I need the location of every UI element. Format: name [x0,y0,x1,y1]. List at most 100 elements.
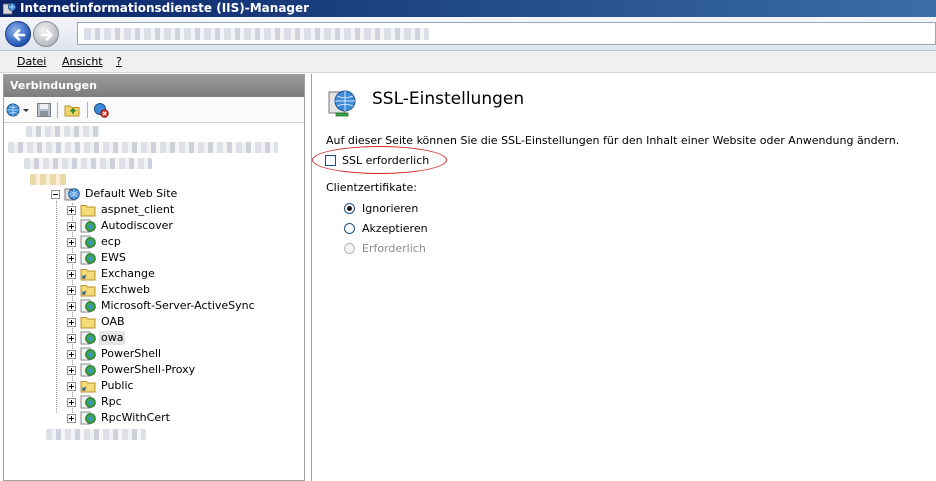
expand-toggle[interactable] [67,349,76,359]
dropdown-arrow-icon[interactable] [22,102,30,118]
web-app-icon [80,363,96,377]
client-certificates-label: Clientzertifikate: [326,181,417,194]
radio-ignore-label: Ignorieren [362,202,419,215]
tree-node-rpc[interactable]: Rpc [67,394,124,410]
expand-toggle[interactable] [67,397,76,407]
tree-node-owa[interactable]: owa [67,330,126,346]
redacted-path [84,28,429,40]
page-title: SSL-Einstellungen [372,89,525,109]
radio-accept-label: Akzeptieren [362,222,428,235]
tree-node-label: PowerShell [101,347,162,360]
tree-node-label: Rpc [101,395,122,408]
menu-help[interactable]: ? [116,55,122,68]
web-app-icon [80,235,96,249]
virtual-dir-icon [80,269,96,281]
radio-ignore[interactable] [344,203,355,214]
ssl-settings-pane: SSL-Einstellungen Auf dieser Seite könne… [311,74,936,481]
web-app-icon [80,299,96,313]
menu-ansicht[interactable]: Ansicht [62,55,103,68]
tree-node-public[interactable]: Public [67,378,136,394]
tree-node-label: PowerShell-Proxy [101,363,196,376]
redacted-node [24,158,152,169]
web-app-icon [80,219,96,233]
folder-up-icon[interactable] [64,102,80,118]
expand-toggle[interactable] [67,221,76,231]
folder-icon [80,317,96,329]
expand-toggle[interactable] [67,365,76,375]
tree-node-label: Microsoft-Server-ActiveSync [101,299,255,312]
expand-toggle[interactable] [67,269,76,279]
tree-node-label: Exchweb [101,283,151,296]
expand-toggle[interactable] [67,333,76,343]
radio-option-ignore[interactable]: Ignorieren [344,202,418,215]
tree-node-label: EWS [101,251,126,264]
menu-datei[interactable]: Datei [17,55,46,68]
radio-option-accept[interactable]: Akzeptieren [344,222,428,235]
expand-toggle[interactable] [67,253,76,263]
redacted-node [30,174,66,185]
tree-node-oab[interactable]: OAB [67,314,127,330]
require-ssl-checkbox[interactable] [325,155,336,166]
tree-node-aspnet-client[interactable]: aspnet_client [67,202,176,218]
radio-require [344,243,355,254]
web-app-icon [80,347,96,361]
tree-node-autodiscover[interactable]: Autodiscover [67,218,175,234]
web-app-icon [80,411,96,425]
back-button[interactable] [5,21,31,47]
tree-node-label: Autodiscover [101,219,173,232]
arrow-left-icon [13,29,26,41]
window-title: Internetinformationsdienste (IIS)-Manage… [20,1,310,15]
expand-toggle[interactable] [67,413,76,423]
forward-button[interactable] [33,21,59,47]
connections-tree: Default Web Site aspnet_client Autodisco… [4,123,304,480]
tree-node-label: RpcWithCert [101,411,170,424]
expand-toggle[interactable] [67,317,76,327]
website-globe-icon [64,188,80,201]
redacted-node [26,126,100,137]
tree-line [56,201,57,413]
tree-node-powershell[interactable]: PowerShell [67,346,163,362]
menu-bar: Datei Ansicht ? [0,51,936,73]
tree-node-default-web-site[interactable]: Default Web Site [51,186,179,202]
ssl-globe-icon [328,90,356,117]
redacted-node [46,429,146,440]
radio-require-label: Erforderlich [362,242,426,255]
tree-node-exchange[interactable]: Exchange [67,266,157,282]
address-field[interactable] [77,22,936,45]
connections-pane: Verbindungen Default Web Site aspnet_cli… [3,74,305,481]
tree-node-ecp[interactable]: ecp [67,234,123,250]
connect-globe-icon[interactable] [6,102,22,118]
iis-app-icon [3,3,16,15]
folder-icon [80,205,96,217]
expand-toggle[interactable] [67,285,76,295]
tree-node-exchweb[interactable]: Exchweb [67,282,152,298]
disconnect-icon[interactable] [93,102,109,118]
tree-node-label: aspnet_client [101,203,175,216]
expand-toggle[interactable] [67,237,76,247]
radio-accept[interactable] [344,223,355,234]
redacted-node [8,142,278,153]
web-app-icon [80,331,96,345]
tree-node-ews[interactable]: EWS [67,250,128,266]
address-bar [0,17,936,51]
tree-node-label: owa [99,331,126,345]
save-icon[interactable] [36,102,52,118]
toolbar-separator [57,102,58,118]
title-bar: Internetinformationsdienste (IIS)-Manage… [0,0,936,17]
tree-node-rpcwithcert[interactable]: RpcWithCert [67,410,172,426]
require-ssl-label: SSL erforderlich [342,154,430,167]
connections-toolbar [4,97,304,123]
virtual-dir-icon [80,285,96,297]
tree-node-label: Exchange [101,267,155,280]
expand-toggle[interactable] [67,381,76,391]
tree-node-label: Public [101,379,134,392]
tree-node-activesync[interactable]: Microsoft-Server-ActiveSync [67,298,257,314]
expand-toggle[interactable] [67,205,76,215]
tree-node-label: Default Web Site [85,187,178,200]
tree-node-powershell-proxy[interactable]: PowerShell-Proxy [67,362,197,378]
arrow-right-icon [40,29,53,41]
virtual-dir-icon [80,381,96,393]
collapse-toggle[interactable] [51,189,60,199]
expand-toggle[interactable] [67,301,76,311]
require-ssl-option[interactable]: SSL erforderlich [325,154,429,167]
